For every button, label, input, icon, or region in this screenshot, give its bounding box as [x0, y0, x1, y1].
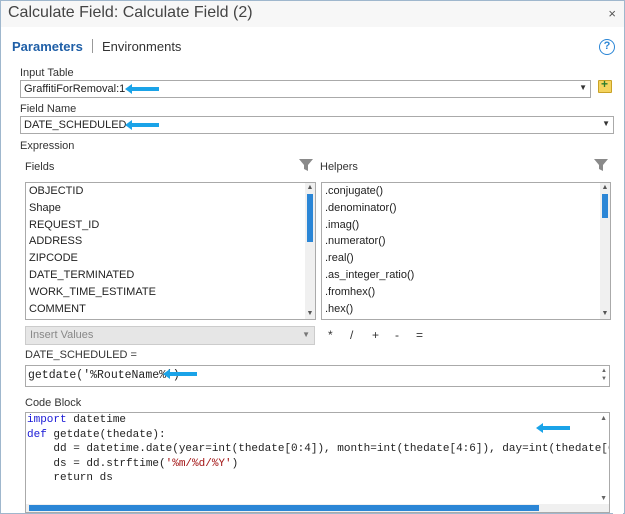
list-item[interactable]: WORK_TIME_ESTIMATE	[26, 284, 315, 301]
scroll-down-icon[interactable]: ▼	[600, 495, 607, 502]
divide-operator-button[interactable]: /	[350, 328, 353, 342]
dropdown-arrow-icon: ▼	[579, 83, 587, 92]
tab-environments[interactable]: Environments	[102, 39, 181, 54]
code-token: getdate(thedate):	[46, 428, 166, 441]
scroll-up-icon[interactable]: ▲	[305, 183, 315, 193]
list-item[interactable]: OBJECTID	[26, 183, 315, 200]
code-token: dd = datetime.date(year=int(thedate[0:4]…	[27, 443, 610, 456]
fields-label: Fields	[25, 161, 55, 173]
code-token: return ds	[27, 472, 113, 485]
dropdown-arrow-icon: ▼	[602, 119, 610, 128]
list-item[interactable]: .numerator()	[322, 233, 610, 250]
tab-bar: Parameters Environments	[12, 39, 181, 57]
expression-target-label: DATE_SCHEDULED =	[25, 349, 137, 361]
scroll-down-icon[interactable]: ▼	[600, 309, 610, 319]
code-lines: import datetime def getdate(thedate): dd …	[26, 413, 609, 486]
close-icon[interactable]: ×	[608, 6, 616, 21]
list-item[interactable]: .hex()	[322, 301, 610, 318]
fields-scrollbar[interactable]: ▲ ▼	[305, 183, 315, 319]
scroll-down-icon[interactable]: ▼	[305, 309, 315, 319]
code-token: def	[27, 428, 47, 441]
code-line: ds = dd.strftime('%m/%d/%Y')	[26, 457, 609, 472]
dropdown-arrow-icon: ▼	[302, 330, 310, 339]
calculate-field-dialog: Calculate Field: Calculate Field (2) × P…	[0, 0, 625, 514]
code-token: )	[231, 457, 239, 470]
expression-spinner[interactable]: ▲ ▼	[601, 367, 607, 383]
pane-scrollbar[interactable]	[613, 149, 623, 514]
helpers-scrollbar[interactable]: ▲ ▼	[600, 183, 610, 319]
scroll-thumb[interactable]	[307, 194, 313, 242]
expression-label: Expression	[20, 140, 75, 152]
annotation-arrow-icon	[125, 120, 159, 130]
scroll-thumb[interactable]	[29, 505, 539, 511]
list-item[interactable]: .real()	[322, 250, 610, 267]
annotation-arrow-icon	[163, 369, 197, 379]
expression-input[interactable]: getdate('%RouteName%') ▲ ▼	[25, 365, 610, 387]
list-item[interactable]: ZIPCODE	[26, 250, 315, 267]
code-block-label: Code Block	[25, 397, 82, 409]
multiply-operator-button[interactable]: *	[328, 328, 333, 342]
subtract-operator-button[interactable]: -	[395, 328, 399, 342]
code-token: ds = dd.strftime(	[27, 457, 166, 470]
scroll-thumb[interactable]	[602, 194, 608, 218]
scroll-up-icon[interactable]: ▲	[600, 183, 610, 193]
expression-text: getdate('%RouteName%')	[28, 369, 180, 382]
list-item[interactable]: .fromhex()	[322, 284, 610, 301]
code-block-editor[interactable]: import datetime def getdate(thedate): dd …	[25, 412, 610, 513]
field-name-label: Field Name	[20, 103, 77, 115]
tab-parameters[interactable]: Parameters	[12, 39, 83, 54]
list-item[interactable]: Shape	[26, 200, 315, 217]
code-token: datetime	[66, 414, 127, 426]
annotation-arrow-icon	[125, 84, 159, 94]
input-table-label: Input Table	[20, 67, 74, 79]
list-item[interactable]: .denominator()	[322, 200, 610, 217]
list-item[interactable]: ADDRESS	[26, 233, 315, 250]
help-icon[interactable]: ?	[599, 39, 615, 55]
list-item[interactable]: .imag()	[322, 217, 610, 234]
filter-icon[interactable]	[299, 158, 313, 172]
code-line: def getdate(thedate):	[26, 428, 609, 443]
title-bar: Calculate Field: Calculate Field (2) ×	[1, 1, 624, 27]
field-name-value: DATE_SCHEDULED	[24, 119, 127, 131]
equals-operator-button[interactable]: =	[416, 328, 423, 342]
code-hscrollbar[interactable]	[26, 504, 609, 512]
field-name-dropdown[interactable]: DATE_SCHEDULED ▼	[20, 116, 614, 134]
insert-values-dropdown[interactable]: Insert Values ▼	[25, 326, 315, 345]
helpers-list[interactable]: .conjugate() .denominator() .imag() .num…	[321, 182, 611, 320]
annotation-arrow-icon	[536, 423, 570, 433]
list-item[interactable]: DATE_TERMINATED	[26, 267, 315, 284]
insert-values-placeholder: Insert Values	[30, 329, 94, 341]
code-line: return ds	[26, 471, 609, 486]
code-line: import datetime	[26, 413, 609, 428]
list-item[interactable]: COMMENT	[26, 301, 315, 318]
filter-icon[interactable]	[594, 158, 608, 172]
fields-list[interactable]: OBJECTID Shape REQUEST_ID ADDRESS ZIPCOD…	[25, 182, 316, 320]
window-title: Calculate Field: Calculate Field (2)	[8, 4, 253, 21]
add-table-icon[interactable]	[598, 77, 612, 93]
input-table-value: GraffitiForRemoval:1	[24, 83, 126, 95]
tab-divider	[91, 39, 93, 53]
helpers-label: Helpers	[320, 161, 358, 173]
code-line: dd = datetime.date(year=int(thedate[0:4]…	[26, 442, 609, 457]
code-token: import	[27, 414, 67, 426]
add-operator-button[interactable]: +	[372, 328, 379, 342]
list-item[interactable]: .as_integer_ratio()	[322, 267, 610, 284]
list-item[interactable]: REQUEST_ID	[26, 217, 315, 234]
list-item[interactable]: .conjugate()	[322, 183, 610, 200]
code-token: '%m/%d/%Y'	[165, 457, 232, 470]
input-table-dropdown[interactable]: GraffitiForRemoval:1 ▼	[20, 80, 591, 98]
scroll-up-icon[interactable]: ▲	[600, 415, 607, 422]
